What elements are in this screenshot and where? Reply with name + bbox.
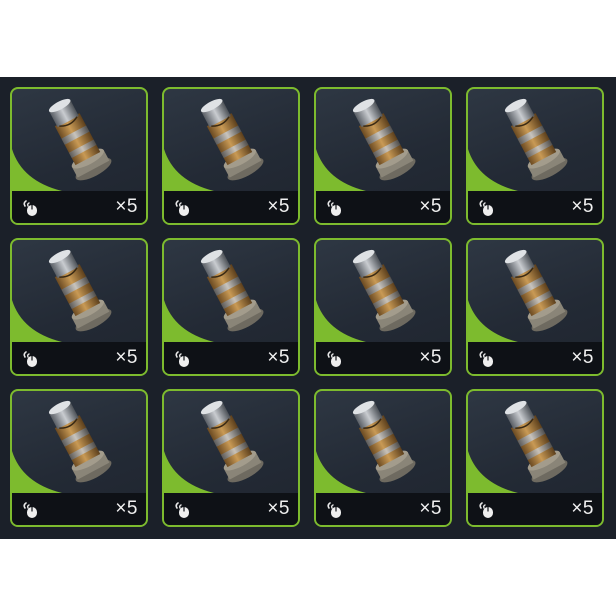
item-quantity: ×5 [419,347,442,368]
slot-footer: ×5 [12,342,146,374]
slot-footer: ×5 [316,191,450,223]
mouse-click-icon [23,351,37,367]
inventory-slot-2[interactable]: ×5 [162,87,300,225]
item-quantity: ×5 [571,347,594,368]
slot-footer: ×5 [316,342,450,374]
item-quantity: ×5 [267,196,290,217]
brass-cylinder-icon [48,98,112,181]
mouse-click-icon [327,351,341,367]
brass-cylinder-icon [352,400,416,483]
mouse-click-icon [175,200,189,216]
mouse-click-icon [23,502,37,518]
brass-cylinder-icon [504,249,568,332]
mouse-click-icon [175,351,189,367]
slot-footer: ×5 [164,342,298,374]
slot-footer: ×5 [12,191,146,223]
slot-footer: ×5 [468,493,602,525]
mouse-click-icon [327,502,341,518]
item-quantity: ×5 [267,347,290,368]
inventory-panel: ×5 ×5 ×5 ×5 ×5 ×5 ×5 ×5 ×5 ×5 ×5 ×5 [0,77,616,539]
item-quantity: ×5 [571,498,594,519]
brass-cylinder-icon [200,249,264,332]
mouse-click-icon [175,502,189,518]
brass-cylinder-icon [352,98,416,181]
inventory-slot-12[interactable]: ×5 [466,389,604,527]
slot-footer: ×5 [12,493,146,525]
brass-cylinder-icon [48,400,112,483]
inventory-slot-9[interactable]: ×5 [10,389,148,527]
mouse-click-icon [479,200,493,216]
slot-footer: ×5 [468,191,602,223]
brass-cylinder-icon [504,98,568,181]
slot-footer: ×5 [316,493,450,525]
item-quantity: ×5 [419,196,442,217]
brass-cylinder-icon [352,249,416,332]
mouse-click-icon [23,200,37,216]
brass-cylinder-icon [504,400,568,483]
inventory-slot-6[interactable]: ×5 [162,238,300,376]
inventory-slot-3[interactable]: ×5 [314,87,452,225]
inventory-slot-5[interactable]: ×5 [10,238,148,376]
inventory-grid: ×5 ×5 ×5 ×5 ×5 ×5 ×5 ×5 ×5 ×5 ×5 ×5 [10,87,604,527]
slot-footer: ×5 [164,493,298,525]
inventory-slot-10[interactable]: ×5 [162,389,300,527]
slot-footer: ×5 [164,191,298,223]
inventory-slot-1[interactable]: ×5 [10,87,148,225]
item-quantity: ×5 [419,498,442,519]
brass-cylinder-icon [48,249,112,332]
item-quantity: ×5 [115,498,138,519]
inventory-slot-8[interactable]: ×5 [466,238,604,376]
item-quantity: ×5 [267,498,290,519]
brass-cylinder-icon [200,98,264,181]
mouse-click-icon [479,502,493,518]
inventory-slot-4[interactable]: ×5 [466,87,604,225]
mouse-click-icon [479,351,493,367]
item-quantity: ×5 [571,196,594,217]
item-quantity: ×5 [115,347,138,368]
mouse-click-icon [327,200,341,216]
item-quantity: ×5 [115,196,138,217]
slot-footer: ×5 [468,342,602,374]
brass-cylinder-icon [200,400,264,483]
inventory-slot-7[interactable]: ×5 [314,238,452,376]
inventory-slot-11[interactable]: ×5 [314,389,452,527]
